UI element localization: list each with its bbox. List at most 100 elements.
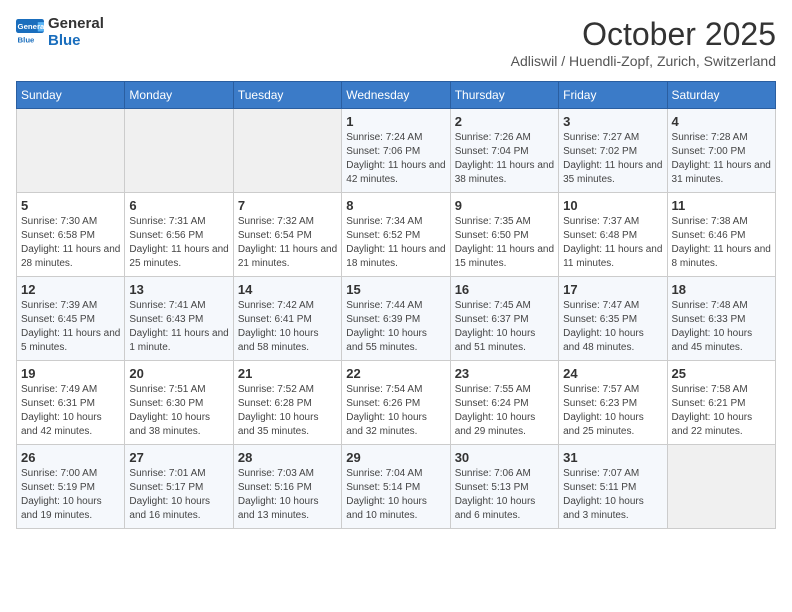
day-cell: 20 Sunrise: 7:51 AMSunset: 6:30 PMDayligh… [125, 361, 233, 445]
day-cell: 9 Sunrise: 7:35 AMSunset: 6:50 PMDaylight… [450, 193, 558, 277]
weekday-header-saturday: Saturday [667, 82, 775, 109]
day-number: 30 [455, 450, 554, 465]
day-info: Sunrise: 7:28 AMSunset: 7:00 PMDaylight:… [672, 131, 771, 187]
day-info: Sunrise: 7:07 AMSunset: 5:11 PMDaylight:… [563, 467, 662, 523]
day-info: Sunrise: 7:51 AMSunset: 6:30 PMDaylight:… [129, 383, 228, 439]
weekday-header-tuesday: Tuesday [233, 82, 341, 109]
day-info: Sunrise: 7:27 AMSunset: 7:02 PMDaylight:… [563, 131, 662, 187]
svg-text:General: General [18, 22, 44, 31]
day-number: 21 [238, 366, 337, 381]
day-number: 8 [346, 198, 445, 213]
day-cell: 22Sunrise: 7:54 AMSunset: 6:26 PMDayligh… [342, 361, 450, 445]
day-number: 10 [563, 198, 662, 213]
day-cell [125, 109, 233, 193]
day-cell: 26Sunrise: 7:00 AMSunset: 5:19 PMDayligh… [17, 445, 125, 529]
day-info: Sunrise: 7:37 AMSunset: 6:48 PMDaylight:… [563, 215, 662, 271]
month-title: October 2025 [511, 16, 776, 53]
day-info: Sunrise: 7:34 AMSunset: 6:52 PMDaylight:… [346, 215, 445, 271]
day-number: 22 [346, 366, 445, 381]
week-row-1: 1 Sunrise: 7:24 AMSunset: 7:06 PMDaylight… [17, 109, 776, 193]
day-cell: 8 Sunrise: 7:34 AMSunset: 6:52 PMDaylight… [342, 193, 450, 277]
day-number: 7 [238, 198, 337, 213]
day-info: Sunrise: 7:06 AMSunset: 5:13 PMDaylight:… [455, 467, 554, 523]
week-row-5: 26Sunrise: 7:00 AMSunset: 5:19 PMDayligh… [17, 445, 776, 529]
day-cell: 23 Sunrise: 7:55 AMSunset: 6:24 PMDayligh… [450, 361, 558, 445]
day-cell: 13 Sunrise: 7:41 AMSunset: 6:43 PMDayligh… [125, 277, 233, 361]
day-number: 13 [129, 282, 228, 297]
day-cell: 1 Sunrise: 7:24 AMSunset: 7:06 PMDaylight… [342, 109, 450, 193]
day-info: Sunrise: 7:39 AMSunset: 6:45 PMDaylight:… [21, 299, 120, 355]
day-cell [667, 445, 775, 529]
day-info: Sunrise: 7:58 AMSunset: 6:21 PMDaylight:… [672, 383, 771, 439]
weekday-header-monday: Monday [125, 82, 233, 109]
page-header: General Blue General Blue October 2025 A… [16, 16, 776, 69]
day-number: 9 [455, 198, 554, 213]
day-info: Sunrise: 7:41 AMSunset: 6:43 PMDaylight:… [129, 299, 228, 355]
day-number: 23 [455, 366, 554, 381]
day-number: 17 [563, 282, 662, 297]
day-info: Sunrise: 7:01 AMSunset: 5:17 PMDaylight:… [129, 467, 228, 523]
logo: General Blue General Blue [16, 16, 104, 49]
day-info: Sunrise: 7:31 AMSunset: 6:56 PMDaylight:… [129, 215, 228, 271]
day-cell: 24Sunrise: 7:57 AMSunset: 6:23 PMDayligh… [559, 361, 667, 445]
day-info: Sunrise: 7:49 AMSunset: 6:31 PMDaylight:… [21, 383, 120, 439]
logo-text: General Blue [48, 16, 104, 49]
day-info: Sunrise: 7:55 AMSunset: 6:24 PMDaylight:… [455, 383, 554, 439]
logo-general: General [48, 16, 104, 33]
day-number: 24 [563, 366, 662, 381]
day-cell: 28Sunrise: 7:03 AMSunset: 5:16 PMDayligh… [233, 445, 341, 529]
day-info: Sunrise: 7:38 AMSunset: 6:46 PMDaylight:… [672, 215, 771, 271]
day-info: Sunrise: 7:32 AMSunset: 6:54 PMDaylight:… [238, 215, 337, 271]
day-number: 20 [129, 366, 228, 381]
logo-blue: Blue [48, 33, 104, 50]
day-info: Sunrise: 7:48 AMSunset: 6:33 PMDaylight:… [672, 299, 771, 355]
day-info: Sunrise: 7:44 AMSunset: 6:39 PMDaylight:… [346, 299, 445, 355]
svg-text:Blue: Blue [18, 35, 36, 44]
day-info: Sunrise: 7:03 AMSunset: 5:16 PMDaylight:… [238, 467, 337, 523]
day-cell: 4 Sunrise: 7:28 AMSunset: 7:00 PMDaylight… [667, 109, 775, 193]
day-info: Sunrise: 7:42 AMSunset: 6:41 PMDaylight:… [238, 299, 337, 355]
calendar-table: SundayMondayTuesdayWednesdayThursdayFrid… [16, 81, 776, 529]
day-number: 18 [672, 282, 771, 297]
weekday-header-wednesday: Wednesday [342, 82, 450, 109]
day-number: 5 [21, 198, 120, 213]
day-info: Sunrise: 7:30 AMSunset: 6:58 PMDaylight:… [21, 215, 120, 271]
day-number: 6 [129, 198, 228, 213]
day-cell: 11 Sunrise: 7:38 AMSunset: 6:46 PMDayligh… [667, 193, 775, 277]
day-info: Sunrise: 7:45 AMSunset: 6:37 PMDaylight:… [455, 299, 554, 355]
day-info: Sunrise: 7:24 AMSunset: 7:06 PMDaylight:… [346, 131, 445, 187]
day-number: 3 [563, 114, 662, 129]
weekday-header-thursday: Thursday [450, 82, 558, 109]
day-cell: 3 Sunrise: 7:27 AMSunset: 7:02 PMDaylight… [559, 109, 667, 193]
day-cell: 5 Sunrise: 7:30 AMSunset: 6:58 PMDaylight… [17, 193, 125, 277]
day-cell: 7 Sunrise: 7:32 AMSunset: 6:54 PMDaylight… [233, 193, 341, 277]
day-cell: 25Sunrise: 7:58 AMSunset: 6:21 PMDayligh… [667, 361, 775, 445]
day-cell: 27Sunrise: 7:01 AMSunset: 5:17 PMDayligh… [125, 445, 233, 529]
day-cell [233, 109, 341, 193]
week-row-3: 12 Sunrise: 7:39 AMSunset: 6:45 PMDayligh… [17, 277, 776, 361]
day-number: 14 [238, 282, 337, 297]
day-cell: 31Sunrise: 7:07 AMSunset: 5:11 PMDayligh… [559, 445, 667, 529]
day-cell: 15 Sunrise: 7:44 AMSunset: 6:39 PMDayligh… [342, 277, 450, 361]
day-cell: 29Sunrise: 7:04 AMSunset: 5:14 PMDayligh… [342, 445, 450, 529]
day-number: 4 [672, 114, 771, 129]
day-number: 11 [672, 198, 771, 213]
day-cell: 19 Sunrise: 7:49 AMSunset: 6:31 PMDayligh… [17, 361, 125, 445]
day-cell: 2Sunrise: 7:26 AMSunset: 7:04 PMDaylight… [450, 109, 558, 193]
day-cell: 6 Sunrise: 7:31 AMSunset: 6:56 PMDaylight… [125, 193, 233, 277]
day-cell: 17Sunrise: 7:47 AMSunset: 6:35 PMDayligh… [559, 277, 667, 361]
day-info: Sunrise: 7:35 AMSunset: 6:50 PMDaylight:… [455, 215, 554, 271]
location-subtitle: Adliswil / Huendli-Zopf, Zurich, Switzer… [511, 53, 776, 69]
day-number: 19 [21, 366, 120, 381]
day-cell: 30 Sunrise: 7:06 AMSunset: 5:13 PMDayligh… [450, 445, 558, 529]
day-number: 12 [21, 282, 120, 297]
week-row-4: 19 Sunrise: 7:49 AMSunset: 6:31 PMDayligh… [17, 361, 776, 445]
day-number: 2 [455, 114, 554, 129]
day-number: 29 [346, 450, 445, 465]
day-cell: 21Sunrise: 7:52 AMSunset: 6:28 PMDayligh… [233, 361, 341, 445]
day-number: 1 [346, 114, 445, 129]
day-cell: 10 Sunrise: 7:37 AMSunset: 6:48 PMDayligh… [559, 193, 667, 277]
day-number: 15 [346, 282, 445, 297]
day-cell [17, 109, 125, 193]
day-cell: 12 Sunrise: 7:39 AMSunset: 6:45 PMDayligh… [17, 277, 125, 361]
